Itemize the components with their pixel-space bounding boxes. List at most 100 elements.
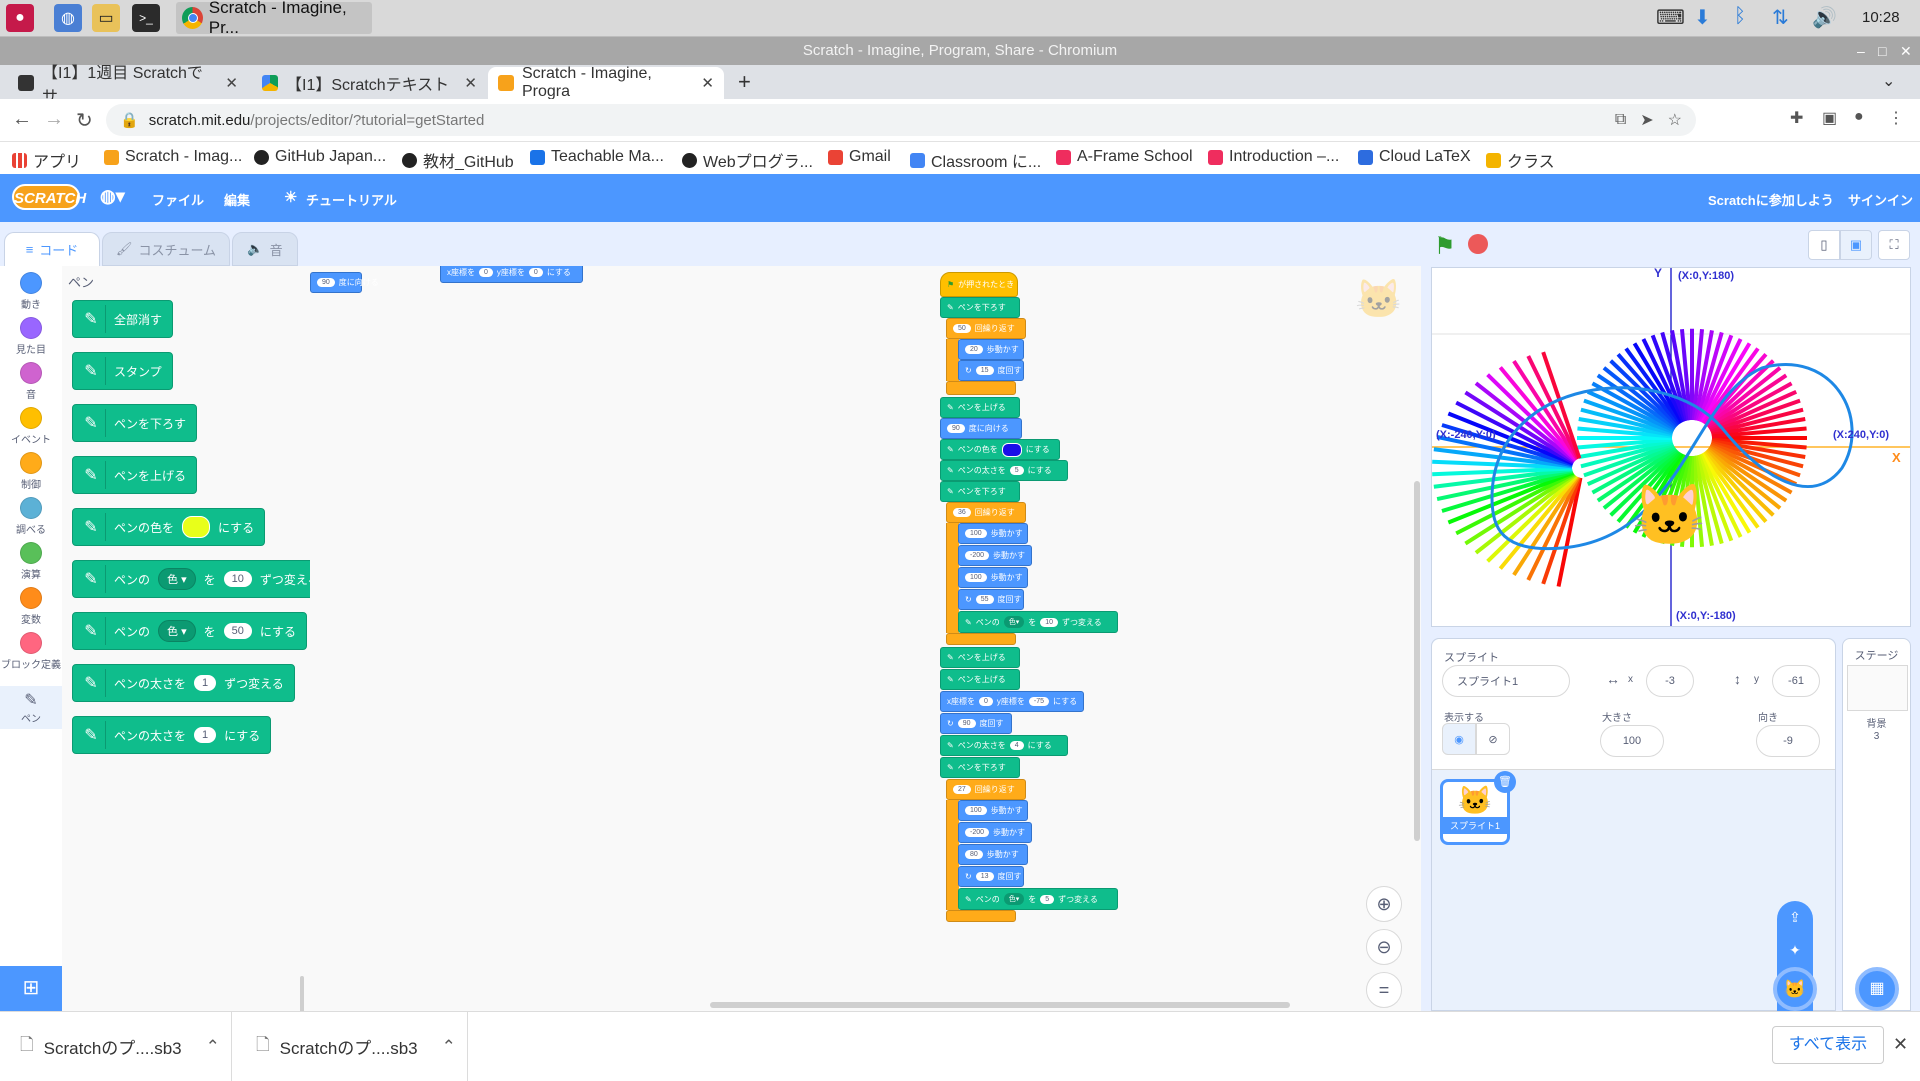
large-stage-icon[interactable]: ▣ (1840, 230, 1872, 260)
bookmark-introduction[interactable]: Introduction –... (1208, 148, 1339, 166)
value-input[interactable]: 10 (223, 571, 252, 587)
script-pen-up-block[interactable]: ✎ ペンを上げる (940, 647, 1020, 668)
close-tab-icon[interactable]: ✕ (225, 74, 238, 92)
sprite-x-input[interactable]: -3 (1646, 665, 1694, 697)
block-change-pen-size[interactable]: ✎ ペンの太さを 1 ずつ変える (72, 664, 295, 702)
script-move-block[interactable]: 100 歩動かす (958, 567, 1028, 588)
tab-search-chevron-icon[interactable]: ⌄ (1882, 71, 1895, 91)
minimize-icon[interactable]: – (1857, 37, 1865, 65)
tab-scratch-text[interactable]: 【I1】Scratchテキスト ✕ (252, 67, 487, 99)
bookmark-classroom[interactable]: Classroom に... (910, 148, 1041, 172)
script-move-block[interactable]: -200 歩動かす (958, 545, 1032, 566)
script-move-block[interactable]: 20 歩動かす (958, 339, 1024, 360)
zoom-out-icon[interactable]: ⊖ (1366, 929, 1402, 965)
bookmark-star-icon[interactable]: ☆ (1668, 110, 1682, 130)
language-globe-icon[interactable]: ◍▾ (100, 186, 125, 207)
script-goto-xy-block[interactable]: x座標を 0 y座標を -75 にする (940, 691, 1084, 712)
param-dropdown[interactable]: 色▾ (1003, 893, 1025, 905)
category-sensing[interactable]: 調べる (0, 497, 62, 536)
address-bar[interactable]: 🔒 scratch.mit.edu /projects/editor/?tuto… (106, 104, 1696, 136)
backdrop-thumbnail[interactable] (1847, 665, 1908, 711)
script-turn-block[interactable]: ↻ 15 度回す (958, 360, 1024, 381)
side-panel-icon[interactable]: ▣ (1822, 108, 1837, 128)
extensions-icon[interactable]: ✚ (1790, 108, 1803, 128)
category-variables[interactable]: 変数 (0, 587, 62, 626)
menu-tutorial[interactable]: チュートリアル (306, 190, 397, 209)
block-pen-down[interactable]: ✎ ペンを下ろす (72, 404, 198, 442)
bookmark-aframe[interactable]: A-Frame School (1056, 148, 1193, 166)
sprite-size-input[interactable]: 100 (1600, 725, 1664, 757)
bookmark-kyozai-github[interactable]: 教材_GitHub (402, 148, 514, 172)
tab-scratch-editor[interactable]: Scratch - Imagine, Progra ✕ (488, 65, 724, 100)
close-download-shelf-icon[interactable]: ✕ (1893, 1034, 1908, 1055)
script-set-pen-size-block[interactable]: ✎ ペンの太さを 4 にする (940, 735, 1068, 756)
category-sound[interactable]: 音 (0, 362, 62, 401)
profile-avatar-icon[interactable]: ● (1854, 108, 1864, 126)
tab-week1[interactable]: 【I1】1週目 Scratchでサ ✕ (8, 65, 248, 106)
bookmark-gmail[interactable]: Gmail (828, 148, 891, 166)
keyboard-icon[interactable]: ⌨ (1656, 5, 1685, 30)
script-turn-block[interactable]: ↻ 90 度回す (940, 713, 1012, 734)
bookmark-teachable[interactable]: Teachable Ma... (530, 148, 664, 166)
close-tab-icon[interactable]: ✕ (464, 74, 477, 92)
workspace-vertical-scrollbar[interactable] (1414, 481, 1420, 841)
small-stage-icon[interactable]: ▯ (1808, 230, 1840, 260)
cat-sprite-icon[interactable]: 🐱 (1632, 480, 1707, 551)
file-manager-icon[interactable]: ▭ (92, 4, 120, 32)
param-dropdown[interactable]: 色 ▾ (158, 568, 196, 590)
script-pen-down-block[interactable]: ✎ ペンを下ろす (940, 297, 1020, 318)
value-input[interactable]: 1 (194, 727, 217, 743)
show-eye-icon[interactable]: ◉ (1442, 723, 1476, 755)
download-item[interactable]: 🗋 Scratchのプ....sb3 ⌃ (0, 1012, 232, 1081)
upload-sprite-icon[interactable]: ⇪ (1777, 909, 1813, 926)
script-green-flag-block[interactable]: ⚑ が押されたとき (940, 272, 1018, 297)
script-goto-xy-block[interactable]: x座標を 0 y座標を 0 にする (440, 266, 583, 283)
add-extension-button[interactable]: ⊞ (0, 966, 62, 1011)
block-clear[interactable]: ✎ 全部消す (72, 300, 174, 338)
raspberry-menu-icon[interactable]: ● (6, 4, 34, 32)
show-all-downloads-button[interactable]: すべて表示 (1772, 1026, 1884, 1064)
tab-sound[interactable]: 🔈 音 (232, 232, 298, 266)
color-swatch[interactable] (182, 516, 211, 538)
script-turn-block[interactable]: ↻ 55 度回す (958, 589, 1024, 610)
scratch-logo[interactable]: SCRATCH (12, 184, 86, 210)
hide-eye-icon[interactable]: ⊘ (1476, 723, 1510, 755)
download-item[interactable]: 🗋 Scratchのプ....sb3 ⌃ (236, 1012, 468, 1081)
menu-file[interactable]: ファイル (152, 190, 204, 209)
delete-sprite-icon[interactable]: 🗑 (1494, 771, 1516, 793)
chevron-up-icon[interactable]: ⌃ (442, 1037, 456, 1057)
category-my-blocks[interactable]: ブロック定義 (0, 632, 62, 671)
script-point-direction-block[interactable]: 90 度に向ける (310, 272, 379, 293)
script-pen-down-block[interactable]: ✎ ペンを下ろす (940, 757, 1020, 778)
sprite-name-input[interactable]: スプライト1 (1442, 665, 1570, 697)
script-repeat-block[interactable]: 50 回繰り返す (946, 318, 1026, 339)
param-dropdown[interactable]: 色 ▾ (158, 620, 196, 642)
script-pen-up-block[interactable]: ✎ ペンを上げる (940, 397, 1020, 418)
new-tab-icon[interactable]: + (738, 69, 751, 95)
download-tray-icon[interactable]: ⬇ (1694, 5, 1711, 30)
value-input[interactable]: 1 (194, 675, 217, 691)
volume-icon[interactable]: 🔊 (1812, 5, 1837, 30)
value-input[interactable]: 50 (223, 623, 252, 639)
green-flag-icon[interactable]: ⚑ (1434, 232, 1456, 261)
close-window-icon[interactable]: ✕ (1900, 37, 1912, 65)
chrome-menu-icon[interactable]: ⋮ (1888, 108, 1904, 128)
script-move-block[interactable]: -200 歩動かす (958, 822, 1032, 843)
block-pen-up[interactable]: ✎ ペンを上げる (72, 456, 198, 494)
tab-costume[interactable]: 🖌 コスチューム (102, 232, 230, 266)
signin-link[interactable]: サインイン (1848, 190, 1913, 209)
script-repeat-block[interactable]: 36 回繰り返す (946, 502, 1026, 523)
choose-sprite-button[interactable]: 🐱 (1773, 967, 1817, 1011)
script-pen-down-block[interactable]: ✎ ペンを下ろす (940, 481, 1020, 502)
bookmark-class[interactable]: クラス (1486, 148, 1555, 172)
category-pen[interactable]: ✎ ペン (0, 686, 62, 729)
category-looks[interactable]: 見た目 (0, 317, 62, 356)
script-set-pen-size-block[interactable]: ✎ ペンの太さを 5 にする (940, 460, 1068, 481)
stage-canvas[interactable]: Y (X:0,Y:180) (X:-240,Y:0) (X:240,Y:0) X… (1431, 267, 1911, 627)
script-move-block[interactable]: 100 歩動かす (958, 800, 1028, 821)
close-tab-icon[interactable]: ✕ (701, 74, 714, 92)
workspace-horizontal-scrollbar[interactable] (710, 1002, 1290, 1008)
bookmark-cloud-latex[interactable]: Cloud LaTeX (1358, 148, 1471, 166)
chevron-up-icon[interactable]: ⌃ (206, 1037, 220, 1057)
zoom-reset-icon[interactable]: = (1366, 972, 1402, 1008)
